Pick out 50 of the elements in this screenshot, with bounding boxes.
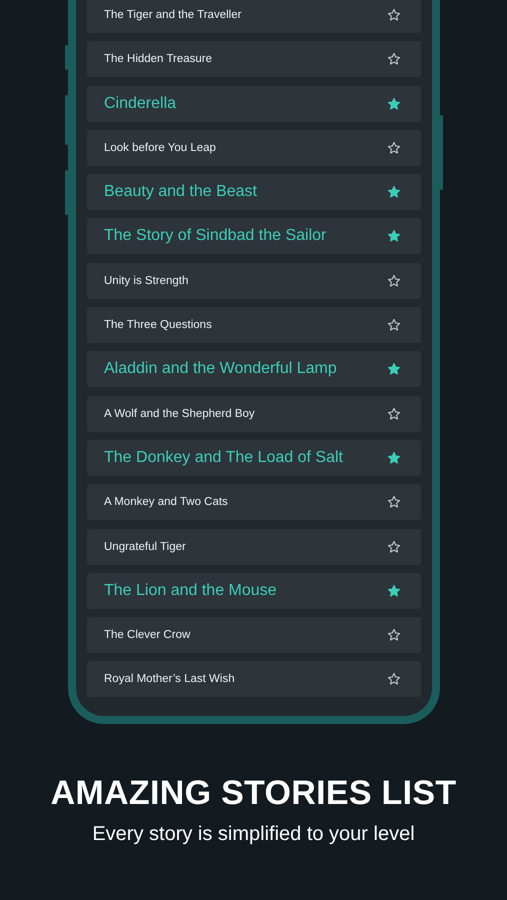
story-title: The Story of Sindbad the Sailor: [104, 227, 326, 246]
story-row[interactable]: Ungrateful Tiger: [87, 528, 421, 565]
star-icon[interactable]: [387, 406, 401, 421]
story-row[interactable]: A Wolf and the Shepherd Boy: [87, 396, 421, 432]
story-row[interactable]: The Lion and the Mouse: [87, 572, 421, 609]
star-icon[interactable]: [387, 96, 401, 111]
story-title: Royal Mother’s Last Wish: [104, 673, 235, 686]
story-title: Beauty and the Beast: [104, 183, 257, 202]
star-icon[interactable]: [387, 185, 401, 200]
star-icon[interactable]: [387, 540, 401, 554]
star-icon[interactable]: [387, 8, 401, 22]
star-icon[interactable]: [387, 274, 401, 288]
story-row[interactable]: Look before You Leap: [87, 130, 421, 166]
star-icon[interactable]: [387, 628, 401, 642]
story-row[interactable]: The Clever Crow: [87, 617, 421, 654]
star-icon[interactable]: [387, 318, 401, 332]
story-row[interactable]: A Monkey and Two Cats: [87, 484, 421, 520]
story-row[interactable]: The Tiger and the Traveller: [87, 0, 421, 33]
story-row[interactable]: The Story of Sindbad the Sailor: [87, 218, 421, 254]
subtitle: Every story is simplified to your level: [92, 823, 415, 846]
story-title: A Wolf and the Shepherd Boy: [104, 408, 255, 420]
story-row[interactable]: The Donkey and The Load of Salt: [87, 440, 421, 476]
story-row[interactable]: The Three Questions: [87, 307, 421, 344]
star-icon[interactable]: [387, 229, 401, 244]
story-row[interactable]: Unity is Strength: [87, 262, 421, 299]
story-row[interactable]: Cinderella: [87, 86, 421, 122]
story-title: The Three Questions: [104, 319, 212, 332]
star-icon[interactable]: [387, 584, 401, 598]
story-row[interactable]: Royal Mother’s Last Wish: [87, 661, 421, 698]
star-icon[interactable]: [387, 672, 401, 686]
star-icon[interactable]: [387, 450, 401, 465]
story-title: The Donkey and The Load of Salt: [104, 448, 343, 467]
story-title: Look before You Leap: [104, 142, 216, 154]
story-title: Cinderella: [104, 94, 176, 113]
story-title: A Monkey and Two Cats: [104, 496, 228, 508]
star-icon[interactable]: [387, 140, 401, 155]
star-icon[interactable]: [387, 52, 401, 66]
story-title: The Clever Crow: [104, 629, 190, 642]
headline: AMAZING STORIES LIST: [50, 774, 456, 814]
story-row[interactable]: The Hidden Treasure: [87, 41, 421, 78]
story-title: The Hidden Treasure: [104, 53, 212, 66]
story-title: The Lion and the Mouse: [104, 582, 277, 600]
story-row[interactable]: Beauty and the Beast: [87, 174, 421, 210]
star-icon[interactable]: [387, 362, 401, 376]
star-icon[interactable]: [387, 495, 401, 510]
story-row[interactable]: Aladdin and the Wonderful Lamp: [87, 351, 421, 388]
story-title: The Tiger and the Traveller: [104, 9, 242, 21]
story-title: Unity is Strength: [104, 274, 188, 287]
story-title: Aladdin and the Wonderful Lamp: [104, 360, 337, 378]
story-title: Ungrateful Tiger: [104, 540, 186, 553]
